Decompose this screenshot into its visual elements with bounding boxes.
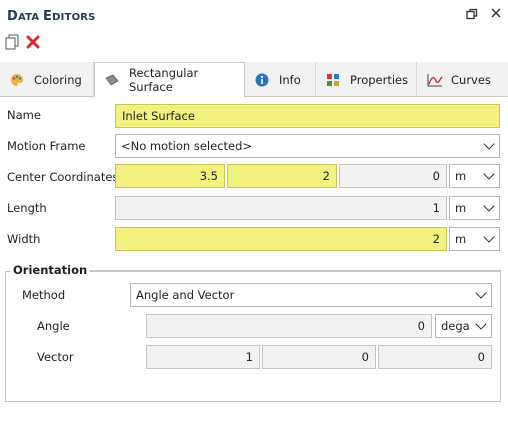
vector-z-input[interactable]: 0 [378, 345, 492, 369]
length-unit-value: m [455, 201, 467, 215]
tab-bar: Coloring Rectangular Surface Info Proper… [0, 62, 508, 98]
method-value: Angle and Vector [136, 288, 235, 302]
vector-x-input[interactable]: 1 [146, 345, 260, 369]
info-icon [255, 73, 269, 87]
width-input[interactable]: 2 [115, 227, 447, 251]
tab-label: Coloring [34, 72, 82, 87]
center-unit-select[interactable]: m [449, 164, 500, 188]
tab-rectangular-surface[interactable]: Rectangular Surface [94, 62, 245, 98]
motion-frame-value: <No motion selected> [121, 139, 253, 153]
motion-frame-label: Motion Frame [7, 139, 86, 153]
vector-label: Vector [37, 350, 74, 364]
angle-input[interactable]: 0 [146, 314, 432, 338]
length-input[interactable]: 1 [115, 196, 447, 220]
curves-icon [427, 73, 443, 87]
orientation-title: Orientation [10, 263, 91, 277]
width-unit-value: m [455, 232, 467, 246]
palette-icon [10, 73, 24, 87]
restore-window-icon[interactable] [466, 8, 478, 24]
length-unit-select[interactable]: m [449, 196, 500, 220]
tab-curves[interactable]: Curves [417, 62, 508, 97]
center-y-input[interactable]: 2 [227, 164, 337, 188]
delete-icon[interactable] [26, 35, 40, 52]
method-select[interactable]: Angle and Vector [130, 283, 492, 307]
chevron-down-icon [483, 200, 495, 212]
panel-title: DATA EDITORS [7, 9, 96, 24]
angle-label: Angle [37, 319, 70, 333]
chevron-down-icon [483, 138, 495, 150]
tab-label: Properties [350, 72, 409, 87]
width-unit-select[interactable]: m [449, 227, 500, 251]
angle-unit-select[interactable]: dega [435, 314, 492, 338]
center-x-input[interactable]: 3.5 [115, 164, 225, 188]
chevron-down-icon [483, 231, 495, 243]
center-coordinates-label: Center Coordinates [7, 170, 119, 184]
copy-icon[interactable] [5, 34, 19, 53]
tab-label: Info [279, 72, 301, 87]
close-panel-icon[interactable] [490, 7, 502, 23]
chevron-down-icon [483, 168, 495, 180]
orientation-divider [77, 270, 501, 271]
method-label: Method [22, 288, 66, 302]
vector-y-input[interactable]: 0 [262, 345, 376, 369]
tab-label: Curves [451, 72, 491, 87]
tab-properties[interactable]: Properties [316, 62, 417, 97]
length-label: Length [7, 201, 47, 215]
name-input[interactable]: Inlet Surface [115, 104, 500, 128]
motion-frame-select[interactable]: <No motion selected> [115, 134, 500, 158]
center-unit-value: m [455, 169, 467, 183]
angle-unit-value: dega [441, 319, 470, 333]
chevron-down-icon [475, 287, 487, 299]
tab-info[interactable]: Info [245, 62, 316, 97]
tab-coloring[interactable]: Coloring [0, 62, 94, 97]
width-label: Width [7, 232, 41, 246]
properties-icon [326, 73, 340, 87]
name-label: Name [7, 108, 41, 122]
surface-icon [105, 73, 119, 87]
tab-label: Rectangular Surface [129, 66, 199, 94]
center-z-input[interactable]: 0 [339, 164, 447, 188]
chevron-down-icon [475, 318, 487, 330]
